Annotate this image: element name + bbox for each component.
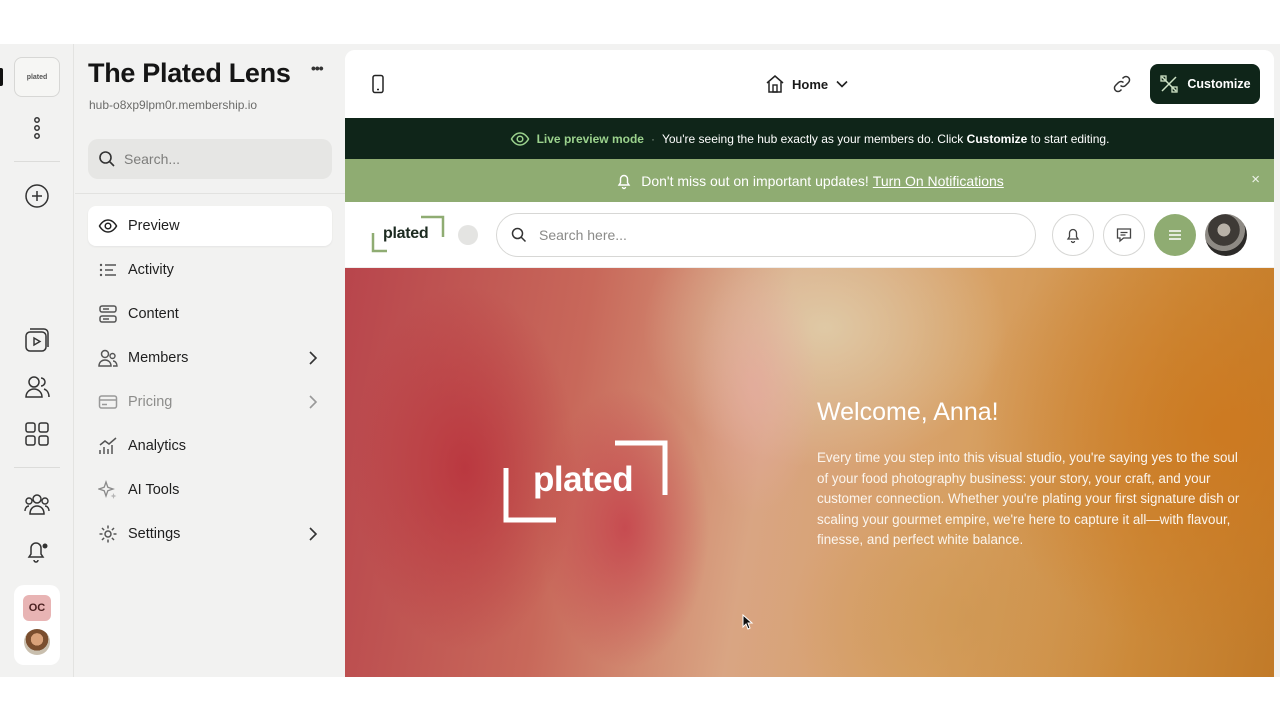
hub-title: The Plated Lens <box>88 58 291 88</box>
bell-icon <box>1066 228 1080 244</box>
nav-item-content[interactable]: Content <box>88 294 332 334</box>
credit-card-icon <box>98 395 118 409</box>
add-circle-icon[interactable] <box>20 179 54 213</box>
preview-toolbar: Home Customize <box>345 50 1274 118</box>
customize-label: Customize <box>1187 77 1251 91</box>
page-selector-label: Home <box>792 76 829 92</box>
messages-button[interactable] <box>1103 214 1145 256</box>
org-initials-badge[interactable]: OC <box>23 595 51 621</box>
live-preview-text: You're seeing the hub exactly as your me… <box>661 131 964 146</box>
nav-item-label: Settings <box>128 526 181 542</box>
activity-list-icon <box>99 263 116 277</box>
members-icon <box>98 349 118 367</box>
search-icon <box>99 151 115 167</box>
content-stack-icon <box>99 305 117 323</box>
more-vertical-icon[interactable] <box>20 111 54 145</box>
nav-item-label: Analytics <box>128 438 187 454</box>
hub-search-input[interactable]: Search here... <box>496 213 1036 257</box>
notification-bell-icon[interactable] <box>20 534 54 568</box>
hub-preview-frame: Home Customize Live preview mode · You'r… <box>345 50 1274 677</box>
menu-icon <box>1169 230 1181 240</box>
nav-item-ai-tools[interactable]: AI Tools <box>88 470 332 510</box>
rail-divider <box>14 161 60 162</box>
welcome-paragraph: Every time you step into this visual stu… <box>817 450 1240 548</box>
hub-switcher-logo[interactable]: plated <box>14 57 60 97</box>
account-switcher[interactable]: OC <box>14 585 60 665</box>
icon-rail: plated OC <box>0 44 74 677</box>
gear-icon <box>99 525 117 543</box>
bell-icon <box>617 174 631 189</box>
nav-item-pricing[interactable]: Pricing <box>88 382 332 422</box>
notifications-button[interactable] <box>1052 214 1094 256</box>
hero-logo-text: plated <box>533 460 634 499</box>
search-icon <box>511 227 527 243</box>
nav-item-analytics[interactable]: Analytics <box>88 426 332 466</box>
page-selector-dropdown[interactable]: Home <box>765 74 848 94</box>
welcome-heading: Welcome, Anna! <box>817 398 999 426</box>
nav-item-label: Activity <box>128 262 174 278</box>
nav-item-members[interactable]: Members <box>88 338 332 378</box>
analytics-icon <box>99 437 117 454</box>
notification-text: Don't miss out on important updates! <box>641 172 869 189</box>
nav-item-activity[interactable]: Activity <box>88 250 332 290</box>
hub-logo[interactable]: plated <box>371 215 445 253</box>
chevron-right-icon <box>309 351 318 365</box>
sparkle-icon <box>98 480 117 499</box>
rail-logo-text: plated <box>26 73 48 81</box>
copy-link-icon[interactable] <box>1112 74 1132 94</box>
nav-item-label: Members <box>128 350 189 366</box>
more-options-icon[interactable]: ••• <box>311 60 324 76</box>
nav-item-label: AI Tools <box>128 482 180 498</box>
close-icon[interactable]: × <box>1251 171 1260 188</box>
nav-item-label: Preview <box>128 218 180 234</box>
hub-logo-text: plated <box>383 225 429 242</box>
chevron-right-icon <box>309 395 318 409</box>
hub-search-placeholder: Search here... <box>539 227 627 243</box>
chevron-right-icon <box>309 527 318 541</box>
home-icon <box>766 75 784 93</box>
hub-nav-panel: The Plated Lens ••• hub-o8xp9lpm0r.membe… <box>75 44 345 677</box>
community-icon[interactable] <box>20 486 54 520</box>
turn-on-notifications-link[interactable]: Turn On Notifications <box>873 173 1004 189</box>
nav-item-settings[interactable]: Settings <box>88 514 332 554</box>
hamburger-menu-button[interactable] <box>1154 214 1196 256</box>
app-window: plated OC The Plated Lens ••• hub-o8xp9l… <box>0 44 1280 677</box>
nav-item-preview[interactable]: Preview <box>88 206 332 246</box>
chevron-down-icon <box>836 80 848 88</box>
live-preview-banner: Live preview mode · You're seeing the hu… <box>345 118 1274 159</box>
hub-subdomain: hub-o8xp9lpm0r.membership.io <box>89 98 258 112</box>
video-library-icon[interactable] <box>20 323 54 357</box>
nav-item-label: Pricing <box>128 394 173 410</box>
eye-icon <box>98 219 118 233</box>
member-avatar[interactable] <box>1205 214 1247 256</box>
live-preview-emphasis: Customize <box>966 131 1028 146</box>
nav-item-label: Content <box>128 306 179 322</box>
verified-badge-icon <box>458 225 478 245</box>
notification-banner: Don't miss out on important updates! Tur… <box>345 159 1274 202</box>
mobile-preview-icon[interactable] <box>371 74 385 94</box>
nav-search-placeholder: Search... <box>124 151 181 167</box>
nav-divider <box>75 193 345 194</box>
users-icon[interactable] <box>20 370 54 404</box>
chat-icon <box>1116 228 1132 243</box>
design-tools-icon <box>1160 75 1179 93</box>
active-indicator <box>0 68 3 86</box>
banner-separator: · <box>650 131 655 146</box>
live-preview-text-end: to start editing. <box>1030 131 1110 146</box>
user-avatar[interactable] <box>24 629 50 655</box>
eye-icon <box>510 131 529 146</box>
hub-header: plated Search here... <box>345 202 1274 268</box>
mouse-cursor-icon <box>742 614 754 630</box>
live-preview-label: Live preview mode <box>536 131 644 146</box>
customize-button[interactable]: Customize <box>1150 64 1260 104</box>
nav-search-input[interactable]: Search... <box>88 139 332 179</box>
hero-logo: plated <box>503 440 669 524</box>
welcome-hero: plated Welcome, Anna! Every time you ste… <box>345 268 1274 677</box>
apps-grid-icon[interactable] <box>20 417 54 451</box>
rail-divider <box>14 467 60 468</box>
